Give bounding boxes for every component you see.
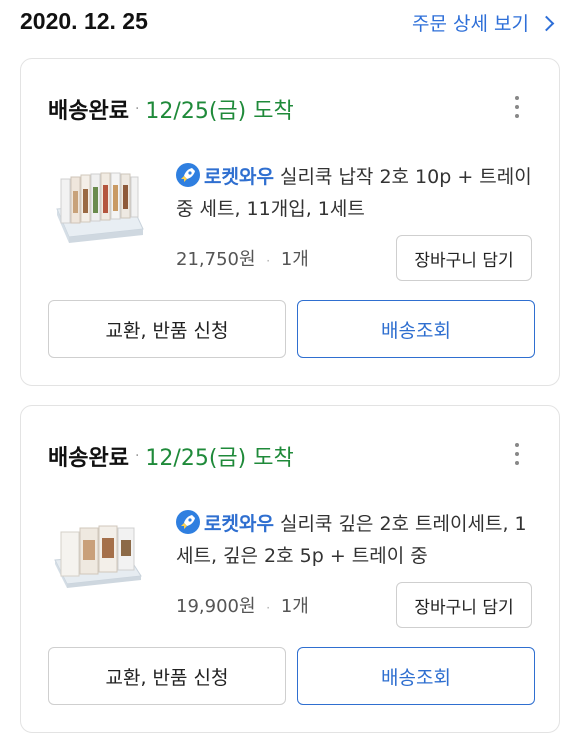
order-date: 2020. 12. 25 — [20, 8, 148, 34]
product-price: 21,750원 — [176, 249, 256, 270]
product-quantity: 1개 — [280, 249, 309, 270]
order-detail-label: 주문 상세 보기 — [412, 13, 529, 35]
arrival-date: 12/25(금) 도착 — [145, 99, 294, 124]
order-detail-link[interactable]: 주문 상세 보기 — [412, 9, 555, 36]
more-vertical-icon[interactable] — [515, 96, 519, 120]
separator-dot: · — [134, 448, 140, 464]
product-image[interactable] — [51, 169, 147, 245]
order-card: 배송완료 · 12/25(금) 도착 로켓와우 실리쿡 납작 2호 10p + … — [20, 58, 560, 386]
more-vertical-icon[interactable] — [515, 443, 519, 467]
arrival-date: 12/25(금) 도착 — [145, 446, 294, 471]
rocket-icon — [176, 510, 200, 534]
separator-dot: · — [134, 101, 140, 117]
delivery-status: 배송완료 — [48, 446, 129, 471]
exchange-return-button[interactable]: 교환, 반품 신청 — [48, 647, 286, 705]
product-image[interactable] — [51, 514, 145, 588]
add-to-cart-button[interactable]: 장바구니 담기 — [396, 235, 532, 281]
separator-dot: · — [266, 601, 271, 615]
rocket-wow-badge: 로켓와우 — [204, 513, 274, 535]
rocket-wow-badge: 로켓와우 — [204, 166, 274, 188]
delivery-status-row: 배송완료 · 12/25(금) 도착 — [48, 440, 294, 472]
separator-dot: · — [266, 254, 271, 268]
order-header: 2020. 12. 25 주문 상세 보기 — [0, 0, 580, 48]
product-quantity: 1개 — [280, 596, 309, 617]
product-title[interactable]: 로켓와우 실리쿡 깊은 2호 트레이세트, 1세트, 깊은 2호 5p + 트레… — [176, 508, 536, 572]
track-delivery-button[interactable]: 배송조회 — [297, 647, 535, 705]
delivery-status: 배송완료 — [48, 99, 129, 124]
track-delivery-button[interactable]: 배송조회 — [297, 300, 535, 358]
price-row: 19,900원 · 1개 — [176, 592, 309, 618]
add-to-cart-button[interactable]: 장바구니 담기 — [396, 582, 532, 628]
order-card: 배송완료 · 12/25(금) 도착 로켓와우 실리쿡 깊은 2호 트레이세트, — [20, 405, 560, 733]
rocket-icon — [176, 163, 200, 187]
delivery-status-row: 배송완료 · 12/25(금) 도착 — [48, 93, 294, 125]
price-row: 21,750원 · 1개 — [176, 245, 309, 271]
chevron-right-icon — [538, 15, 555, 31]
product-title[interactable]: 로켓와우 실리쿡 납작 2호 10p + 트레이 중 세트, 11개입, 1세트 — [176, 161, 536, 225]
exchange-return-button[interactable]: 교환, 반품 신청 — [48, 300, 286, 358]
product-price: 19,900원 — [176, 596, 256, 617]
